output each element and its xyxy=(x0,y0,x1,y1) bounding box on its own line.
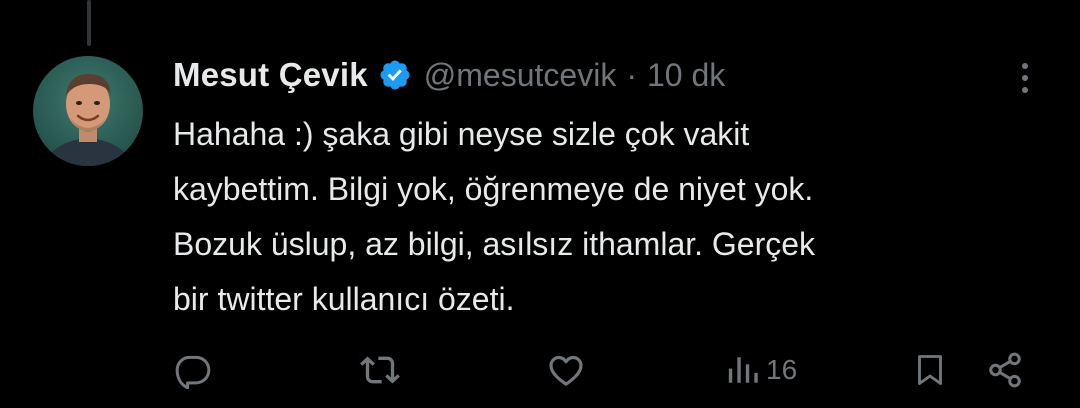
tweet-text-line: Bozuk üslup, az bilgi, asılsız ithamlar.… xyxy=(173,226,816,262)
verified-badge-icon xyxy=(378,58,412,92)
share-icon xyxy=(986,351,1024,389)
display-name[interactable]: Mesut Çevik xyxy=(173,56,368,94)
user-handle[interactable]: @mesutcevik xyxy=(424,57,617,94)
bookmark-icon xyxy=(912,351,948,389)
separator-dot: · xyxy=(626,56,637,93)
tweet-text-line: kaybettim. Bilgi yok, öğrenmeye de niyet… xyxy=(173,171,814,207)
bookmark-button[interactable] xyxy=(912,350,948,390)
tweet-action-bar: 16 xyxy=(0,342,1080,398)
views-count: 16 xyxy=(766,354,798,385)
like-button[interactable] xyxy=(546,350,586,390)
like-icon xyxy=(546,350,586,390)
avatar[interactable] xyxy=(33,56,143,166)
views-button[interactable]: 16 xyxy=(726,350,797,390)
timestamp[interactable]: 10 dk xyxy=(647,57,725,94)
thread-connector-line xyxy=(87,0,91,46)
reply-icon xyxy=(174,351,212,389)
share-button[interactable] xyxy=(986,350,1024,390)
tweet-text-line: Hahaha :) şaka gibi neyse sizle çok vaki… xyxy=(173,116,750,152)
retweet-button[interactable] xyxy=(360,350,400,390)
tweet-text: Hahaha :) şaka gibi neyse sizle çok vaki… xyxy=(173,107,1033,327)
more-options-icon[interactable] xyxy=(1010,58,1040,98)
reply-button[interactable] xyxy=(174,350,212,390)
retweet-icon xyxy=(360,350,400,390)
views-icon xyxy=(726,353,760,387)
tweet-text-line: bir twitter kullanıcı özeti. xyxy=(173,281,515,317)
avatar-image xyxy=(33,56,143,166)
tweet-header: Mesut Çevik @mesutcevik · 10 dk xyxy=(173,52,725,98)
